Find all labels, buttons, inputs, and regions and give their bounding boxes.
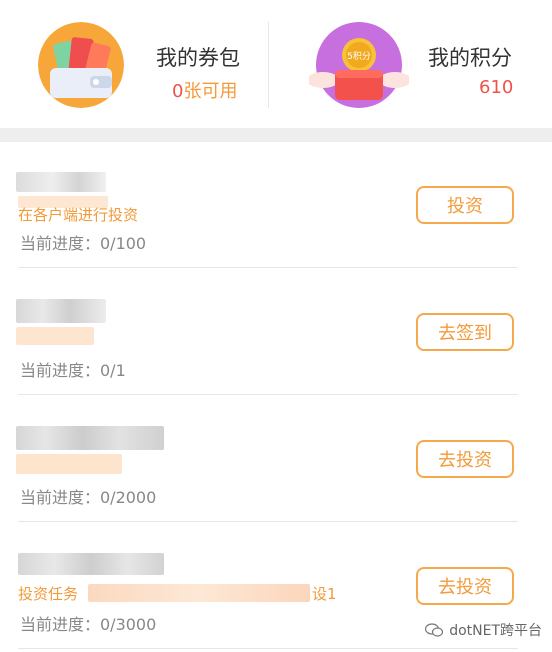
- points-card[interactable]: 5积分 我的积分 610: [269, 0, 552, 128]
- watermark: dotNET跨平台: [425, 620, 542, 640]
- redacted-task-name: [16, 172, 106, 192]
- row-divider: [18, 521, 518, 522]
- points-value: 610: [479, 77, 514, 98]
- section-gap: [0, 128, 552, 142]
- redacted-task-name: [16, 426, 164, 450]
- invest-button[interactable]: 去投资: [416, 440, 514, 478]
- wallet-card[interactable]: 我的券包 0张可用: [0, 0, 268, 128]
- row-divider: [18, 267, 518, 268]
- wallet-title: 我的券包: [156, 46, 240, 70]
- task-progress: 当前进度：0/100: [20, 234, 147, 253]
- wallet-count: 0张可用: [172, 77, 237, 103]
- invest-button[interactable]: 去投资: [416, 567, 514, 605]
- redacted-task-desc: [16, 454, 122, 474]
- redacted-task-name: [18, 553, 164, 575]
- wallet-coupon-icon: [38, 22, 124, 108]
- row-divider: [18, 394, 518, 395]
- task-progress: 当前进度：0/1: [20, 361, 126, 380]
- task-desc: 投资任务: [18, 585, 79, 603]
- wallet-count-number: 0: [172, 81, 184, 102]
- header-panel: 我的券包 0张可用 5积分 我的积分 610: [0, 0, 552, 128]
- wechat-icon: [425, 623, 444, 637]
- task-item: 当前进度：0/1 去签到: [0, 269, 552, 395]
- task-desc-end: 设1: [312, 585, 337, 603]
- redacted-task-name: [16, 299, 106, 323]
- watermark-text: dotNET跨平台: [449, 623, 542, 639]
- task-progress: 当前进度：0/3000: [20, 615, 157, 634]
- points-gift-icon: 5积分: [307, 22, 411, 108]
- points-number: 610: [479, 77, 514, 98]
- redacted-desc-middle: [88, 584, 310, 602]
- checkin-button[interactable]: 去签到: [416, 313, 514, 351]
- wallet-count-suffix: 张可用: [183, 81, 238, 102]
- task-item: 当前进度：0/2000 去投资: [0, 396, 552, 522]
- task-progress: 当前进度：0/2000: [20, 488, 157, 507]
- task-item: 在各户端进行投资 当前进度：0/100 投资: [0, 142, 552, 268]
- points-title: 我的积分: [428, 46, 512, 70]
- invest-button[interactable]: 投资: [416, 186, 514, 224]
- task-desc: 在各户端进行投资: [18, 206, 139, 224]
- coin-text: 5积分: [347, 50, 371, 62]
- redacted-task-desc: [16, 327, 94, 345]
- row-divider: [18, 648, 518, 649]
